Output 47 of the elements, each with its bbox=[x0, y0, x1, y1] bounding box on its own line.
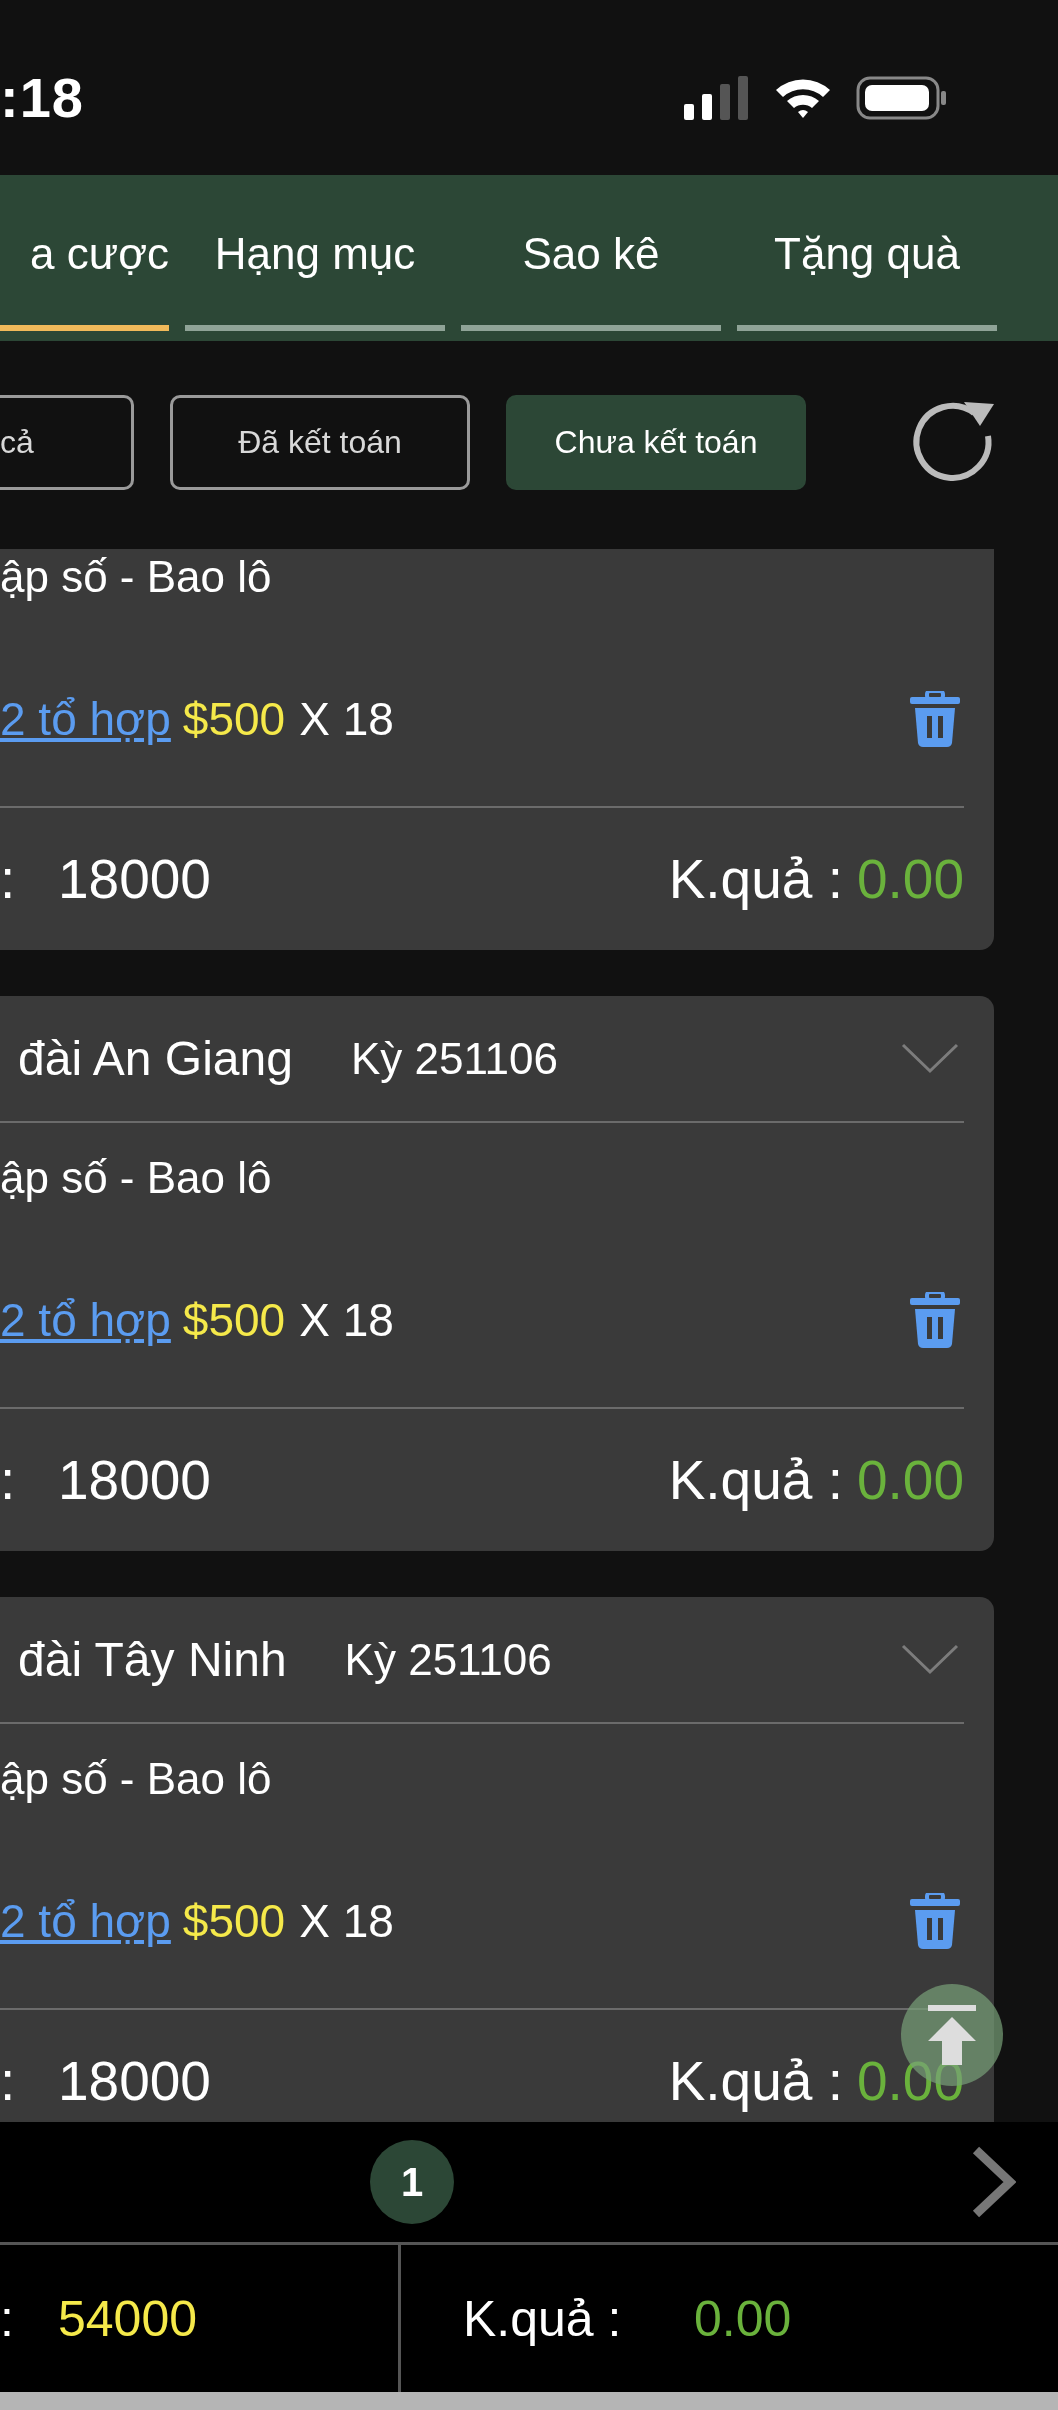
multiplier: X 18 bbox=[299, 1894, 394, 1948]
combination-link[interactable]: 2 tổ hợp bbox=[0, 692, 171, 746]
filter-button[interactable]: cả bbox=[0, 394, 134, 490]
bet-amount: 18000 bbox=[58, 1448, 211, 1512]
trash-icon[interactable] bbox=[910, 1893, 960, 1949]
total-separator: : bbox=[0, 2289, 15, 2348]
total-amount: 54000 bbox=[58, 2289, 198, 2348]
filter-button[interactable]: Chưa kết toán bbox=[506, 394, 806, 490]
stake-amount: $500 bbox=[182, 692, 286, 746]
result-value: 0.00 bbox=[856, 847, 964, 911]
status-time: :18 bbox=[0, 65, 84, 130]
bet-type: ập số - Bao lô bbox=[0, 1753, 273, 1805]
chevron-right-icon[interactable] bbox=[970, 2146, 1016, 2218]
stake-amount: $500 bbox=[182, 1894, 286, 1948]
trash-icon[interactable] bbox=[910, 691, 960, 747]
bet-amount: 18000 bbox=[58, 2049, 211, 2113]
multiplier: X 18 bbox=[299, 692, 394, 746]
combination-link[interactable]: 2 tổ hợp bbox=[0, 1293, 171, 1347]
amount-separator: : bbox=[0, 847, 17, 911]
signal-icon bbox=[684, 75, 750, 120]
amount-separator: : bbox=[0, 1448, 17, 1512]
station-name: đài An Giang bbox=[18, 1031, 293, 1086]
result-value: 0.00 bbox=[694, 2289, 792, 2348]
result-value: 0.00 bbox=[856, 2049, 964, 2113]
stake-amount: $500 bbox=[182, 1293, 286, 1347]
result-label: K.quả : bbox=[463, 2289, 623, 2348]
result-value: 0.00 bbox=[856, 1448, 964, 1512]
result-label: K.quả : bbox=[668, 2049, 843, 2113]
tab[interactable]: Tặng quà bbox=[737, 175, 997, 331]
battery-icon bbox=[856, 75, 948, 120]
station-name: đài Tây Ninh bbox=[18, 1632, 287, 1687]
combination-link[interactable]: 2 tổ hợp bbox=[0, 1894, 171, 1948]
bet-type: ập số - Bao lô bbox=[0, 551, 273, 603]
period-label: Kỳ 251106 bbox=[350, 1033, 558, 1084]
tab[interactable]: Sao kê bbox=[461, 175, 721, 331]
result-label: K.quả : bbox=[668, 1448, 843, 1512]
trash-icon[interactable] bbox=[910, 1292, 960, 1348]
tab[interactable]: Hạng mục bbox=[185, 175, 445, 331]
result-label: K.quả : bbox=[668, 847, 843, 911]
page-number[interactable]: 1 bbox=[370, 2140, 454, 2224]
amount-separator: : bbox=[0, 2049, 17, 2113]
filter-button[interactable]: Đã kết toán bbox=[170, 394, 470, 490]
bet-type: ập số - Bao lô bbox=[0, 1152, 273, 1204]
multiplier: X 18 bbox=[299, 1293, 394, 1347]
bet-amount: 18000 bbox=[58, 847, 211, 911]
period-label: Kỳ 251106 bbox=[344, 1634, 552, 1685]
tab[interactable]: a cược bbox=[0, 175, 169, 331]
